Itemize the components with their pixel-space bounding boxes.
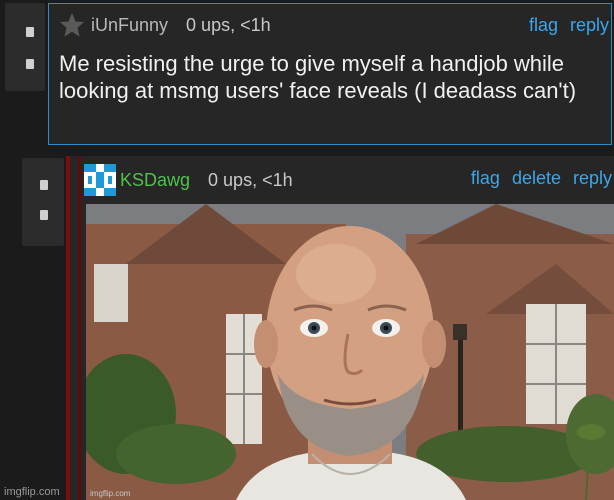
reply-comment: KSDawg 0 ups, <1h flag delete reply imgf… (66, 156, 614, 500)
comment-meta: 0 ups, <1h (208, 169, 293, 190)
reply-link[interactable]: reply (573, 168, 612, 189)
username-link[interactable]: KSDawg (120, 170, 190, 191)
image-watermark: imgflip.com (90, 489, 131, 498)
meme-photo (86, 204, 614, 500)
reply-link[interactable]: reply (570, 15, 609, 36)
vote-column (5, 3, 45, 91)
flag-link[interactable]: flag (471, 168, 500, 189)
username-link[interactable]: iUnFunny (91, 15, 168, 36)
watermark: imgflip.com (4, 486, 60, 498)
attached-image[interactable]: imgflip.com (86, 204, 614, 500)
comment-header: iUnFunny 0 ups, <1h (59, 12, 271, 38)
comment: iUnFunny 0 ups, <1h flag reply Me resist… (48, 3, 612, 145)
pixel-logo-icon (84, 164, 116, 196)
upvote-button[interactable] (40, 180, 48, 190)
thread-bar (78, 156, 81, 500)
comment-header: KSDawg 0 ups, <1h (84, 164, 293, 196)
downvote-button[interactable] (40, 210, 48, 220)
comment-text: Me resisting the urge to give myself a h… (59, 51, 577, 103)
downvote-button[interactable] (26, 59, 34, 69)
delete-link[interactable]: delete (512, 168, 561, 189)
comment-actions: flag reply (529, 15, 609, 36)
star-icon (60, 13, 84, 37)
comment-actions: flag delete reply (471, 168, 612, 189)
comment-meta: 0 ups, <1h (186, 14, 271, 35)
upvote-button[interactable] (26, 27, 34, 37)
flag-link[interactable]: flag (529, 15, 558, 36)
vote-column (22, 158, 64, 246)
